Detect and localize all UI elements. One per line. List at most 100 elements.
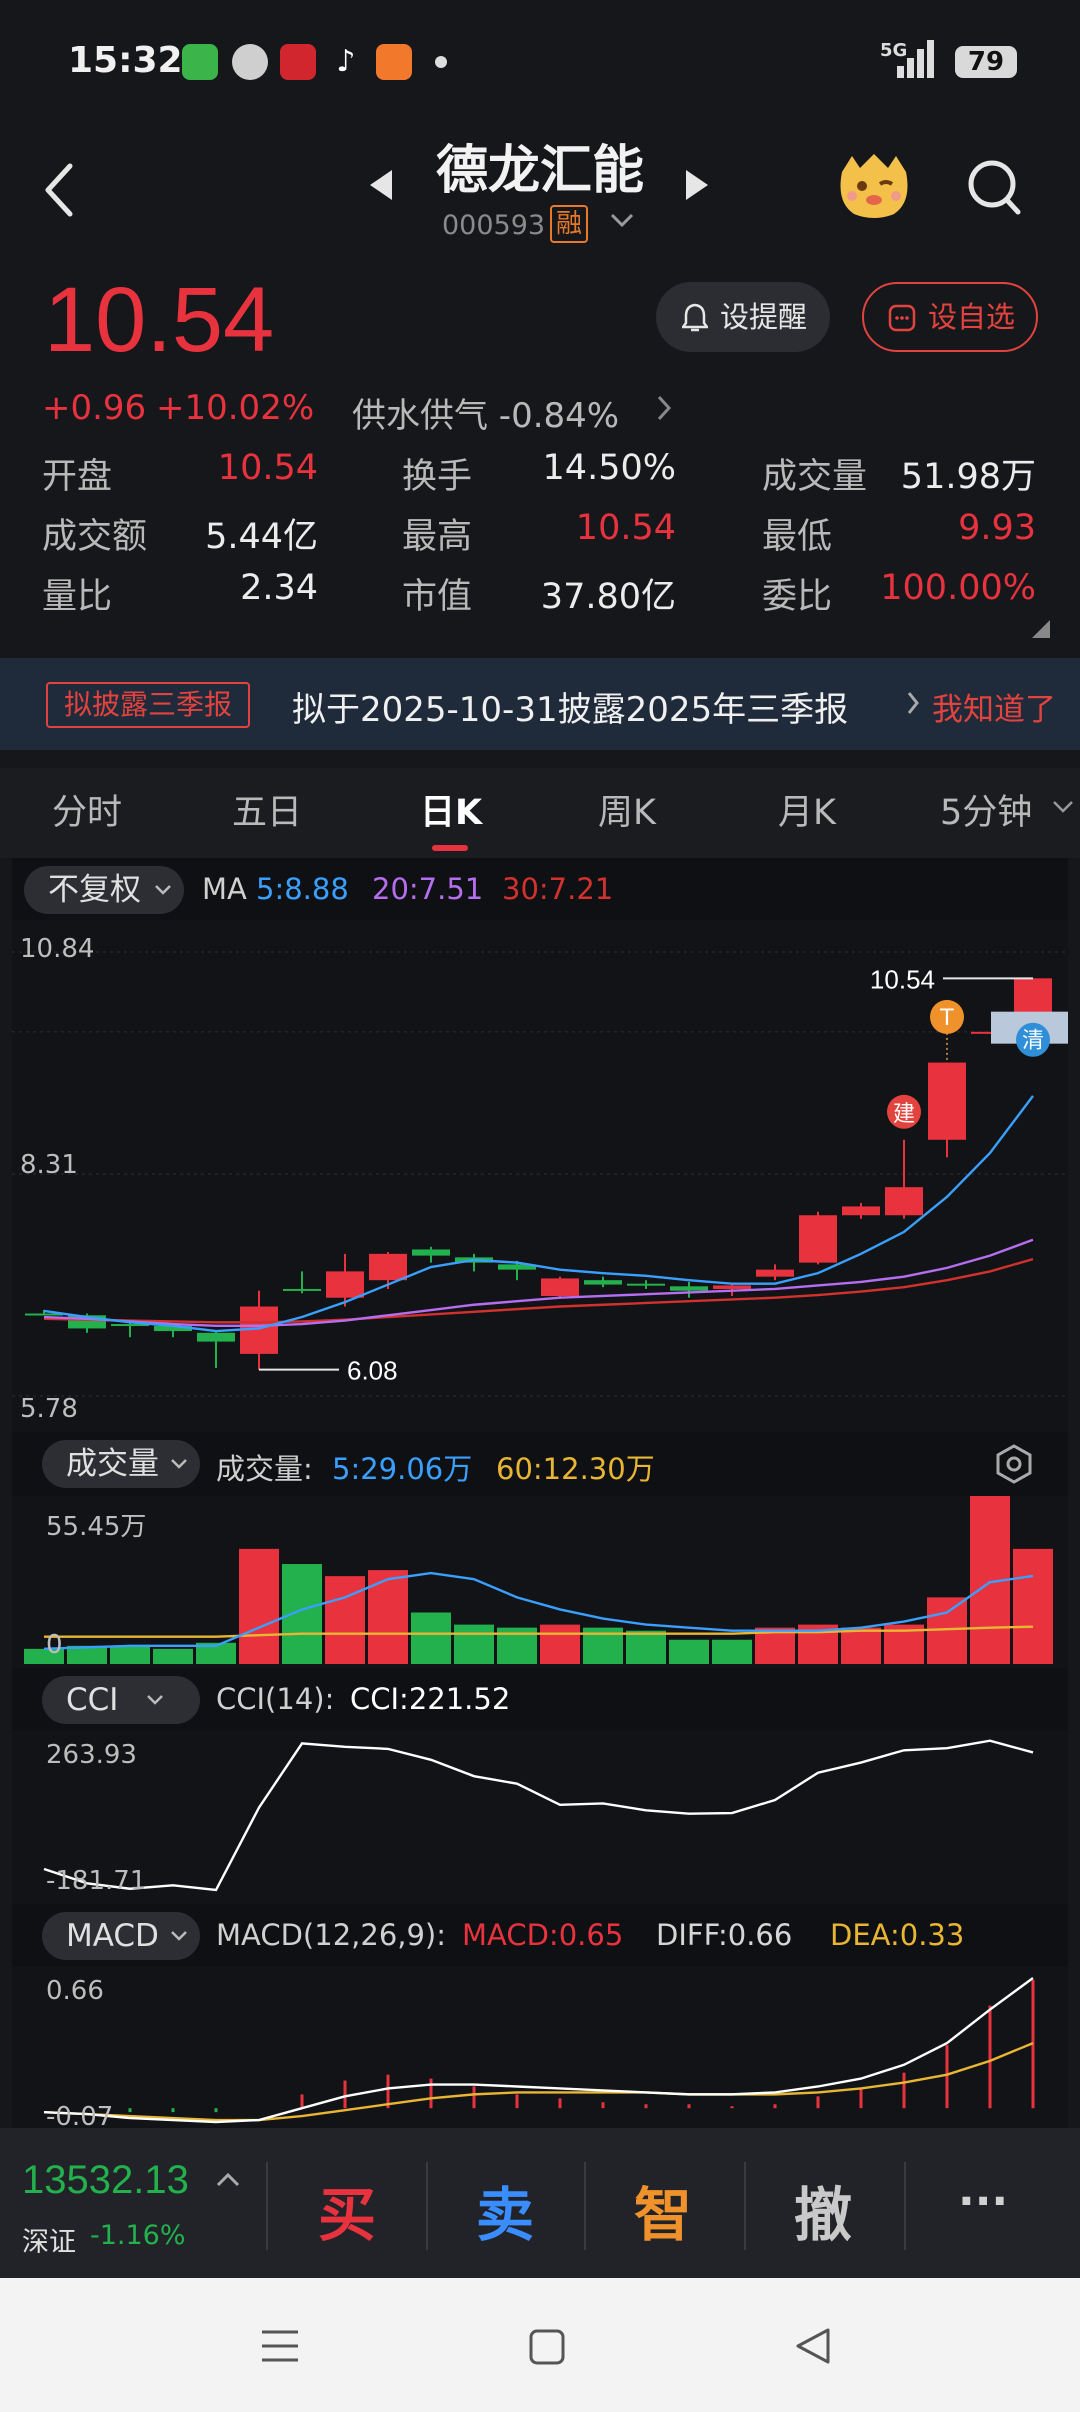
ma20-line [43, 1238, 1034, 1328]
add-favorite-label: 设自选 [928, 300, 1016, 334]
tab-five-day[interactable]: 五日 [232, 784, 302, 835]
price-change: +0.96 [42, 388, 147, 428]
period-tabs [0, 768, 1080, 858]
tab-5min[interactable]: 5分钟 [940, 784, 1032, 835]
chevron-down-icon [171, 1931, 187, 1941]
price-change-percent: +10.02% [156, 388, 315, 428]
set-alert-label: 设提醒 [720, 300, 808, 334]
tiktok-icon: ♪ [328, 44, 364, 80]
cci-chart[interactable] [12, 1730, 1068, 1900]
message-icon [182, 44, 218, 80]
candle [670, 1286, 708, 1291]
chevron-down-icon[interactable] [610, 212, 634, 228]
candle [584, 1280, 622, 1285]
dea-value: DEA:0.33 [830, 1918, 965, 1952]
cci-selector-label: CCI [66, 1682, 119, 1718]
volume-bar [110, 1645, 150, 1664]
divider [426, 2162, 428, 2250]
candle [541, 1278, 579, 1296]
next-stock-icon[interactable] [684, 168, 710, 202]
stat-value-market-cap: 37.80亿 [540, 577, 676, 617]
cci-line [43, 1739, 1034, 1892]
search-icon[interactable] [966, 158, 1022, 218]
ma30-line [43, 1257, 1034, 1324]
tab-intraday[interactable]: 分时 [52, 784, 122, 835]
stat-label-high: 最高 [402, 517, 473, 557]
notice-dismiss-button[interactable]: 我知道了 [932, 684, 1056, 729]
sector-link[interactable]: 供水供气 -0.84% [352, 388, 619, 437]
bell-icon [682, 303, 708, 332]
diff-line [43, 1977, 1034, 2124]
favorite-box-icon [888, 304, 916, 332]
candle [713, 1285, 751, 1289]
candle [842, 1206, 880, 1216]
stat-label-amount: 成交额 [42, 517, 148, 557]
volume-bar [1013, 1548, 1053, 1664]
candle [412, 1249, 450, 1256]
stat-label-low: 最低 [762, 517, 833, 557]
cancel-order-button[interactable]: 撤 [794, 2168, 852, 2252]
chevron-down-icon [155, 885, 171, 895]
volume-bar [239, 1548, 279, 1664]
ma-label: MA [202, 872, 247, 906]
prev-stock-icon[interactable] [368, 168, 394, 202]
chevron-down-icon [147, 1695, 163, 1705]
mascot-icon[interactable] [836, 150, 912, 220]
stat-value-open: 10.54 [217, 448, 318, 488]
ma5-value: 5:8.88 [256, 872, 349, 906]
sell-button[interactable]: 卖 [476, 2168, 534, 2252]
active-tab-indicator [432, 845, 468, 851]
volume-y-zero: 0 [46, 1630, 63, 1660]
candlestick-chart[interactable]: 10.54 6.08 建 T 清 [12, 920, 1068, 1430]
candle [627, 1283, 665, 1286]
buy-button[interactable]: 买 [318, 2168, 376, 2252]
divider [584, 2162, 586, 2250]
ma5-line [43, 1095, 1034, 1333]
back-triangle-icon[interactable] [794, 2326, 832, 2366]
volume-chart[interactable] [12, 1496, 1068, 1666]
candle [326, 1271, 364, 1298]
volume-bar [153, 1648, 193, 1664]
chevron-right-icon[interactable] [906, 690, 920, 716]
add-favorite-button[interactable]: 设自选 [862, 282, 1038, 352]
adjust-selector[interactable]: 不复权 [24, 866, 184, 914]
adjust-selector-label: 不复权 [48, 872, 141, 908]
stat-value-low: 9.93 [958, 508, 1036, 548]
settings-hexagon-icon[interactable] [996, 1444, 1032, 1484]
expand-corner-icon[interactable] [1032, 620, 1050, 638]
volume-bar [669, 1639, 709, 1664]
volume-bar [411, 1612, 451, 1664]
tab-monthly-k[interactable]: 月K [778, 784, 836, 835]
stat-value-turnover: 14.50% [542, 448, 676, 488]
min-price-label: 6.08 [347, 1356, 398, 1386]
chevron-down-icon[interactable] [1052, 800, 1074, 814]
macd-y-max: 0.66 [46, 1976, 104, 2006]
set-alert-button[interactable]: 设提醒 [656, 282, 830, 352]
more-button[interactable]: ··· [958, 2176, 1008, 2227]
volume-bar [841, 1627, 881, 1664]
chevron-up-icon[interactable] [216, 2172, 240, 2188]
stat-label-volume-ratio: 量比 [42, 577, 113, 617]
chevron-right-icon[interactable] [656, 394, 672, 422]
stat-value-high: 10.54 [575, 508, 676, 548]
kline-y-mid: 8.31 [20, 1150, 78, 1180]
volume-selector[interactable]: 成交量 [42, 1440, 200, 1488]
macd-chart[interactable] [12, 1966, 1068, 2128]
macd-selector-label: MACD [66, 1918, 159, 1954]
cci-selector[interactable]: CCI [42, 1676, 200, 1724]
candle [197, 1332, 235, 1342]
volume-bar [540, 1624, 580, 1664]
cci-y-max: 263.93 [46, 1740, 137, 1770]
tab-daily-k[interactable]: 日K [420, 784, 482, 835]
volume-y-max: 55.45万 [46, 1512, 147, 1542]
home-icon[interactable] [528, 2328, 566, 2366]
dea-line [43, 2041, 1034, 2122]
macd-value: MACD:0.65 [462, 1918, 624, 1952]
index-value[interactable]: 13532.13 [22, 2158, 189, 2203]
smart-button[interactable]: 智 [634, 2168, 692, 2252]
stat-value-order-ratio: 100.00% [880, 568, 1036, 608]
tab-weekly-k[interactable]: 周K [598, 784, 656, 835]
menu-icon[interactable] [260, 2328, 300, 2364]
macd-selector[interactable]: MACD [42, 1912, 200, 1960]
candle [756, 1269, 794, 1277]
